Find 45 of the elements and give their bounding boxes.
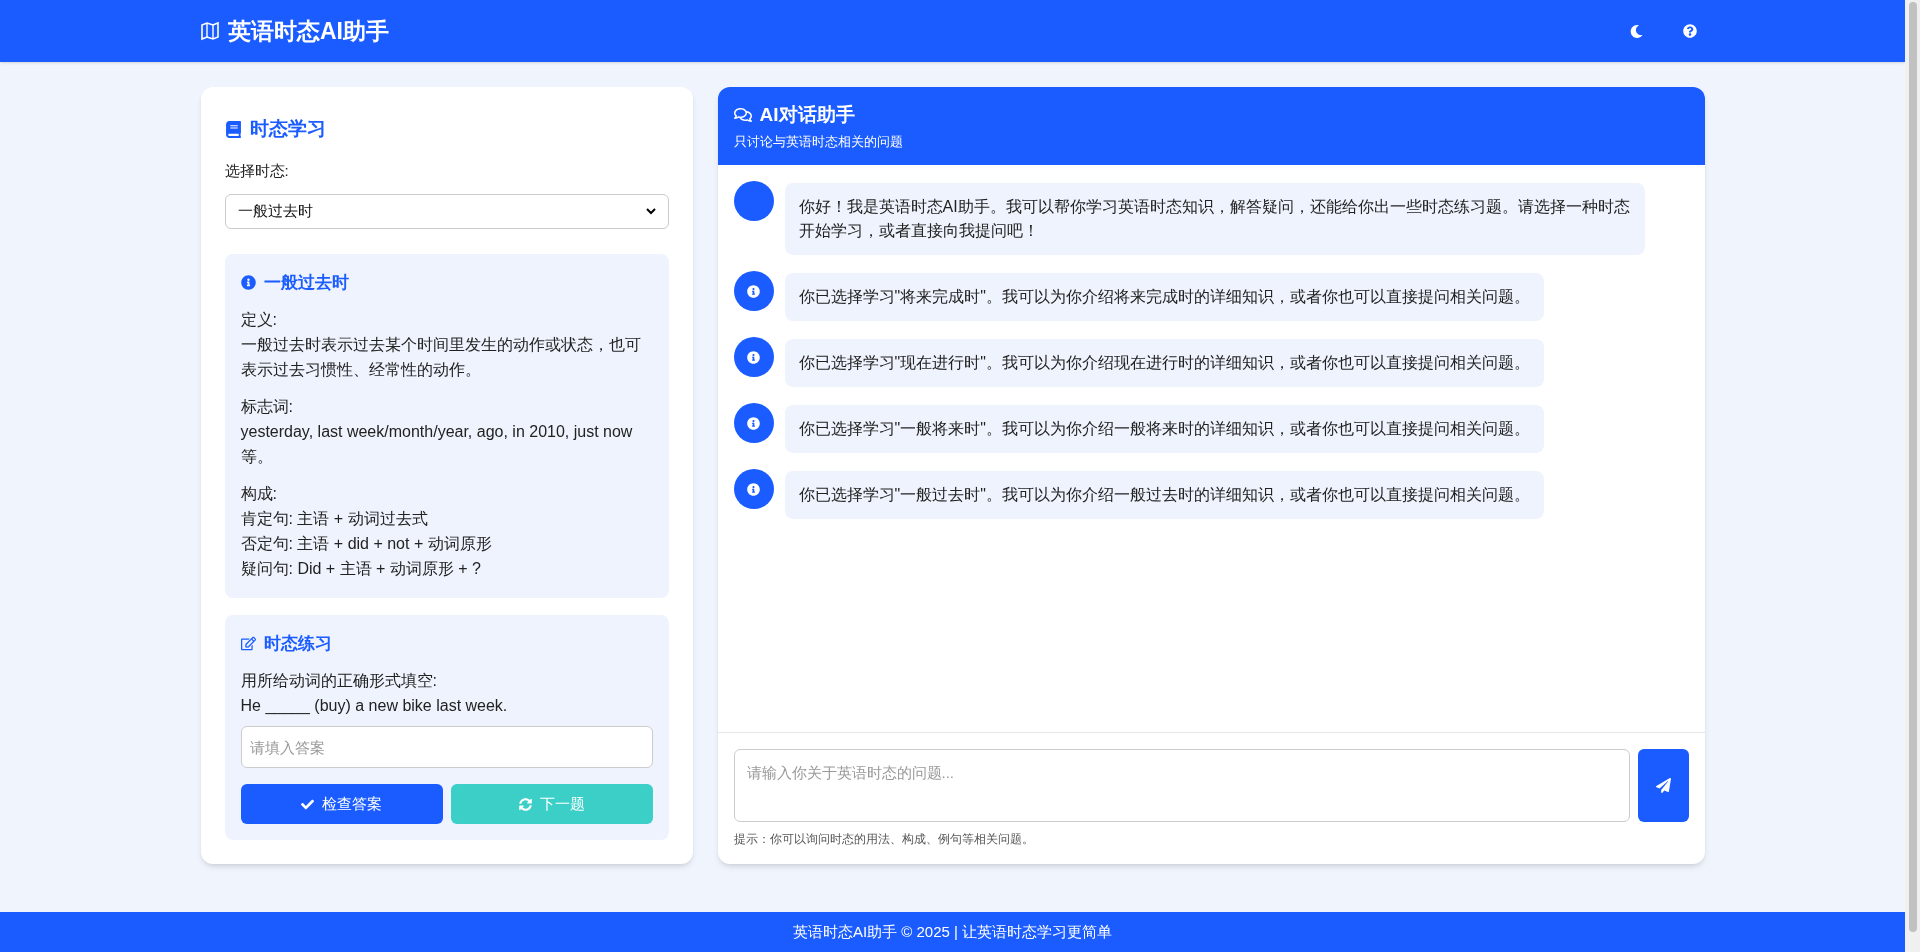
message-field[interactable]: 请输入你关于英语时态的问题...: [733, 749, 1630, 822]
info-text: 疑问句: Did + 主语 + 动词原形 + ?: [240, 559, 482, 579]
info-icon: [240, 274, 256, 290]
message-bubble: 你已选择学习"将来完成时"。我可以为你介绍将来完成时的详细知识，或者你也可以直接提问相关问题。: [784, 273, 1544, 321]
edit-icon: [240, 635, 256, 651]
input-hint: 提示：你可以询问时态的用法、构成、例句等相关问题。: [733, 831, 1035, 848]
info-icon: [747, 350, 760, 364]
map-icon: [200, 21, 220, 41]
info-icon: [747, 284, 760, 298]
help-icon: [1683, 24, 1697, 38]
app-title: 英语时态AI助手: [228, 16, 389, 46]
chat-subtitle: 只讨论与英语时态相关的问题: [733, 132, 904, 151]
practice-instruction: 用所给动词的正确形式填空:: [240, 671, 438, 691]
check-icon: [301, 797, 314, 811]
chevron-icon: [645, 207, 656, 215]
refresh-icon: [518, 797, 532, 811]
info-label: 标志词:: [240, 397, 294, 417]
info-icon: [747, 416, 760, 430]
info-text: 肯定句: 主语 + 动词过去式: [240, 509, 429, 529]
select-label: 选择时态:: [224, 160, 290, 181]
chat-icon: [733, 106, 752, 125]
practice-title: 时态练习: [263, 632, 332, 655]
chat-title: AI对话助手: [759, 103, 855, 127]
info-label: 构成:: [240, 484, 278, 504]
book-icon: [224, 120, 242, 138]
tense-select[interactable]: 一般过去时: [224, 194, 669, 229]
moon-icon: [1630, 24, 1643, 38]
info-text: yesterday, last week/month/year, ago, in 2010, just now等。: [240, 422, 634, 467]
info-icon: [747, 482, 760, 496]
send-button[interactable]: [1637, 749, 1689, 822]
message-bubble: 你好！我是英语时态AI助手。我可以帮你学习英语时态知识，解答疑问，还能给你出一些时态练习题。请选择一种时态开始学习，或者直接向我提问吧！: [784, 183, 1645, 255]
message-bubble: 你已选择学习"一般将来时"。我可以为你介绍一般将来时的详细知识，或者你也可以直接提问相关问题。: [784, 405, 1544, 453]
answer-field[interactable]: 请填入答案: [240, 726, 653, 768]
section-title: 时态学习: [249, 117, 326, 141]
message-bubble: 你已选择学习"现在进行时"。我可以为你介绍现在进行时的详细知识，或者你也可以直接提问相关问题。: [784, 339, 1544, 387]
practice-question: He _____ (buy) a new bike last week.: [240, 696, 509, 717]
avatar: [733, 181, 774, 221]
info-title: 一般过去时: [263, 271, 349, 294]
info-label: 定义:: [240, 310, 278, 330]
info-text: 否定句: 主语 + did + not + 动词原形: [240, 534, 493, 554]
check-answer-button[interactable]: 检查答案: [240, 784, 443, 824]
info-text: 一般过去时表示过去某个时间里发生的动作或状态，也可表示过去习惯性、经常性的动作。: [240, 335, 642, 380]
message-bubble: 你已选择学习"一般过去时"。我可以为你介绍一般过去时的详细知识，或者你也可以直接提问相关问题。: [784, 471, 1544, 519]
footer-text: 英语时态AI助手 © 2025 | 让英语时态学习更简单: [792, 921, 1113, 942]
send-icon: [1655, 778, 1671, 793]
